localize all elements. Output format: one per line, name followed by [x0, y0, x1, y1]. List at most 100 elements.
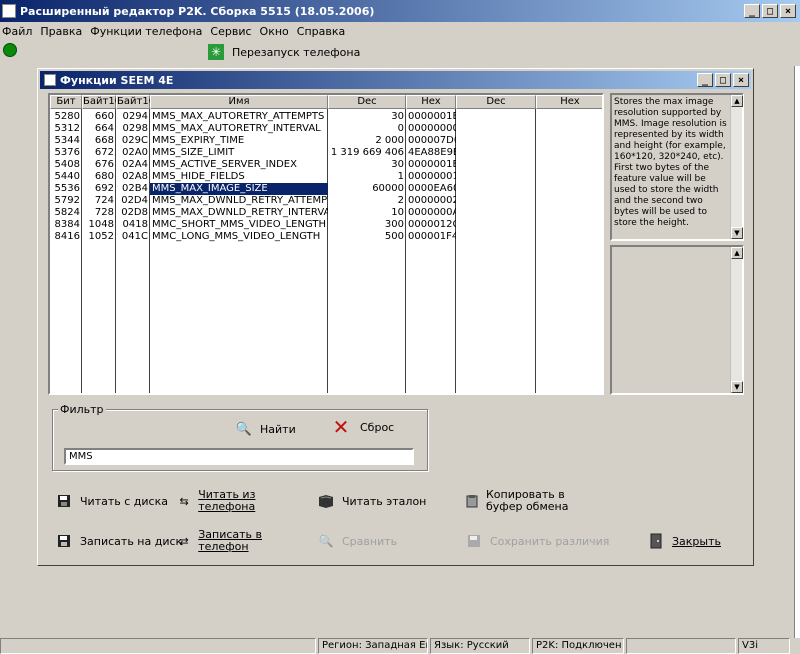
table-cell-byte16[interactable]: 0294	[116, 111, 150, 123]
reset-button[interactable]: ✕ Сброс	[330, 415, 395, 439]
table-cell-byte16[interactable]: 02A8	[116, 171, 150, 183]
table-cell-dec[interactable]: 300	[328, 219, 406, 231]
table-cell-hex[interactable]: 00000001	[406, 171, 456, 183]
table-cell-byte10[interactable]: 676	[82, 159, 116, 171]
column-header-hex[interactable]: Hex	[406, 95, 456, 109]
table-cell-bit[interactable]: 5440	[50, 171, 82, 183]
table-cell-bit[interactable]: 8416	[50, 231, 82, 243]
child-close-button[interactable]: ×	[733, 73, 749, 87]
compare-button[interactable]: 🔍 Сравнить	[318, 533, 398, 549]
table-cell-byte10[interactable]: 1052	[82, 231, 116, 243]
filter-input[interactable]: MMS	[64, 448, 414, 465]
menu-window[interactable]: Окно	[260, 25, 289, 38]
table-cell-dec[interactable]: 1 319 669 406	[328, 147, 406, 159]
table-cell-byte10[interactable]: 680	[82, 171, 116, 183]
save-differences-button[interactable]: Сохранить различия	[466, 533, 609, 549]
table-cell-dec[interactable]: 30	[328, 111, 406, 123]
table-cell-byte10[interactable]: 660	[82, 111, 116, 123]
copy-to-clipboard-button[interactable]: Копировать в буфер обмена	[466, 489, 586, 513]
table-cell-name[interactable]: MMS_MAX_DWNLD_RETRY_INTERVAL	[150, 207, 328, 219]
column-header-name[interactable]: Имя	[150, 95, 328, 109]
table-cell-byte10[interactable]: 668	[82, 135, 116, 147]
table-cell-byte16[interactable]: 02A0	[116, 147, 150, 159]
menu-file[interactable]: Файл	[2, 25, 32, 38]
table-cell-byte16[interactable]: 0298	[116, 123, 150, 135]
table-cell-hex[interactable]: 0000012C	[406, 219, 456, 231]
close-window-button[interactable]: ×	[780, 4, 796, 18]
table-cell-byte16[interactable]: 0418	[116, 219, 150, 231]
scroll-down-arrow[interactable]: ▼	[731, 381, 743, 393]
table-cell-name[interactable]: MMS_ACTIVE_SERVER_INDEX	[150, 159, 328, 171]
table-cell-name[interactable]: MMS_HIDE_FIELDS	[150, 171, 328, 183]
table-cell-bit[interactable]: 8384	[50, 219, 82, 231]
column-header-hex2[interactable]: Hex	[536, 95, 602, 109]
description-scrollbar[interactable]: ▲ ▼	[730, 95, 743, 239]
table-cell-hex[interactable]: 0000000A	[406, 207, 456, 219]
minimize-button[interactable]: _	[744, 4, 760, 18]
table-cell-hex[interactable]: 0000001E	[406, 111, 456, 123]
write-to-phone-button[interactable]: ⇄ Записать в телефон	[178, 529, 288, 553]
table-cell-bit[interactable]: 5312	[50, 123, 82, 135]
table-cell-byte10[interactable]: 728	[82, 207, 116, 219]
read-from-phone-button[interactable]: ⇆ Читать из телефона	[178, 489, 288, 513]
table-cell-name[interactable]: MMC_LONG_MMS_VIDEO_LENGTH	[150, 231, 328, 243]
table-cell-dec[interactable]: 2 000	[328, 135, 406, 147]
table-cell-bit[interactable]: 5824	[50, 207, 82, 219]
table-cell-hex[interactable]: 0000EA60	[406, 183, 456, 195]
table-cell-name[interactable]: MMS_MAX_DWNLD_RETRY_ATTEMPTS	[150, 195, 328, 207]
column-header-dec2[interactable]: Dec	[456, 95, 536, 109]
secondary-scrollbar[interactable]: ▲ ▼	[730, 247, 743, 393]
column-header-dec[interactable]: Dec	[328, 95, 406, 109]
table-cell-name[interactable]: MMS_MAX_AUTORETRY_ATTEMPTS	[150, 111, 328, 123]
table-cell-byte10[interactable]: 724	[82, 195, 116, 207]
write-to-disk-button[interactable]: Записать на диск	[56, 533, 182, 549]
table-cell-bit[interactable]: 5376	[50, 147, 82, 159]
table-cell-hex[interactable]: 000007D0	[406, 135, 456, 147]
table-cell-byte16[interactable]: 02A4	[116, 159, 150, 171]
table-cell-hex[interactable]: 000001F4	[406, 231, 456, 243]
restart-phone-button[interactable]: ✳ Перезапуск телефона	[208, 44, 360, 60]
table-cell-byte10[interactable]: 692	[82, 183, 116, 195]
child-maximize-button[interactable]: □	[715, 73, 731, 87]
menu-help[interactable]: Справка	[297, 25, 345, 38]
table-cell-dec[interactable]: 10	[328, 207, 406, 219]
table-cell-byte10[interactable]: 672	[82, 147, 116, 159]
menu-edit[interactable]: Правка	[40, 25, 82, 38]
menu-phone-functions[interactable]: Функции телефона	[90, 25, 202, 38]
maximize-button[interactable]: □	[762, 4, 778, 18]
table-cell-dec[interactable]: 500	[328, 231, 406, 243]
table-cell-byte16[interactable]: 02D8	[116, 207, 150, 219]
scroll-up-arrow[interactable]: ▲	[731, 95, 743, 107]
scroll-down-arrow[interactable]: ▼	[731, 227, 743, 239]
table-cell-byte16[interactable]: 02D4	[116, 195, 150, 207]
close-button[interactable]: Закрыть	[648, 533, 721, 549]
table-cell-byte10[interactable]: 1048	[82, 219, 116, 231]
child-minimize-button[interactable]: _	[697, 73, 713, 87]
table-cell-bit[interactable]: 5536	[50, 183, 82, 195]
read-from-disk-button[interactable]: Читать с диска	[56, 493, 168, 509]
features-table[interactable]: Бит Байт10 Байт16 Имя Dec Hex Dec Hex 5280 660 029…	[48, 93, 604, 395]
column-header-bit[interactable]: Бит	[50, 95, 82, 109]
table-cell-dec[interactable]: 2	[328, 195, 406, 207]
table-cell-byte16[interactable]: 02B4	[116, 183, 150, 195]
table-cell-bit[interactable]: 5408	[50, 159, 82, 171]
column-header-byte16[interactable]: Байт16	[116, 95, 155, 109]
table-cell-name[interactable]: MMS_MAX_IMAGE_SIZE	[150, 183, 328, 195]
table-cell-name[interactable]: MMS_EXPIRY_TIME	[150, 135, 328, 147]
table-cell-byte16[interactable]: 041C	[116, 231, 150, 243]
table-cell-name[interactable]: MMS_SIZE_LIMIT	[150, 147, 328, 159]
table-cell-byte10[interactable]: 664	[82, 123, 116, 135]
table-cell-hex[interactable]: 4EA88E9E	[406, 147, 456, 159]
table-cell-byte16[interactable]: 029C	[116, 135, 150, 147]
table-cell-name[interactable]: MMS_MAX_AUTORETRY_INTERVAL	[150, 123, 328, 135]
table-cell-bit[interactable]: 5344	[50, 135, 82, 147]
find-button[interactable]: 🔍 Найти	[236, 421, 296, 437]
table-cell-dec[interactable]: 30	[328, 159, 406, 171]
table-cell-hex[interactable]: 00000002	[406, 195, 456, 207]
table-cell-hex[interactable]: 00000000	[406, 123, 456, 135]
table-cell-dec[interactable]: 1	[328, 171, 406, 183]
menu-service[interactable]: Сервис	[210, 25, 251, 38]
read-reference-button[interactable]: Читать эталон	[318, 493, 426, 509]
table-cell-bit[interactable]: 5280	[50, 111, 82, 123]
table-cell-hex[interactable]: 0000001E	[406, 159, 456, 171]
